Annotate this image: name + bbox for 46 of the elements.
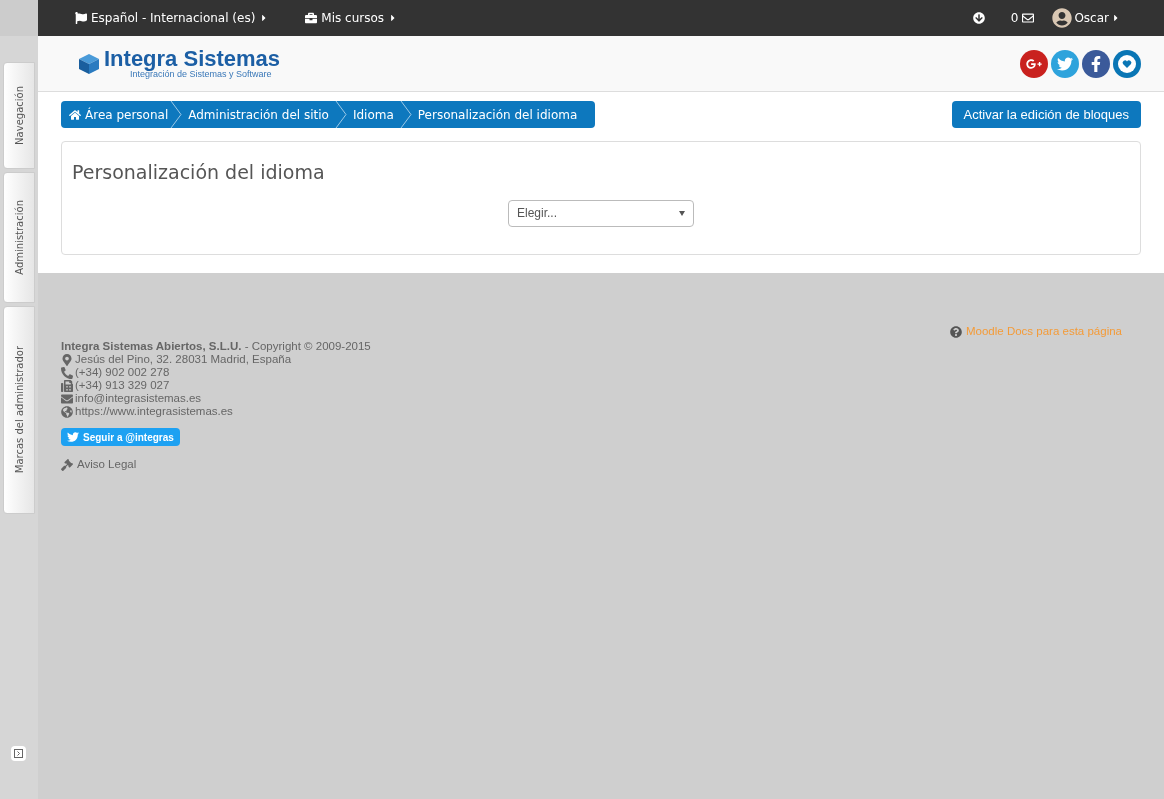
gavel-icon bbox=[61, 458, 73, 471]
chevron-separator-icon bbox=[399, 101, 412, 128]
logo[interactable]: Integra Sistemas Integración de Sistemas y Software bbox=[78, 48, 281, 79]
footer-text: Jesús del Pino, 32. 28031 Madrid, España bbox=[75, 353, 292, 366]
heart-bubble-icon[interactable] bbox=[1113, 49, 1141, 78]
footer-text: Integra Sistemas Abiertos, S.L.U. - Copyright © 2009-2015 bbox=[61, 340, 371, 353]
globe-icon bbox=[61, 405, 73, 418]
legal-link[interactable]: Aviso Legal bbox=[77, 458, 137, 471]
fax-icon bbox=[61, 379, 73, 392]
dock-tab[interactable]: Marcas del administrador bbox=[3, 306, 35, 514]
chevron-separator-icon bbox=[170, 101, 183, 128]
avatar-icon bbox=[1052, 8, 1073, 28]
briefcase-icon bbox=[305, 12, 318, 24]
dock-tab[interactable]: Administración bbox=[3, 172, 35, 303]
twitter-icon[interactable] bbox=[1051, 49, 1079, 78]
help-icon bbox=[950, 325, 962, 338]
facebook-icon[interactable] bbox=[1082, 49, 1110, 78]
chevron-separator-icon bbox=[334, 101, 347, 128]
language-select[interactable]: Elegir... bbox=[508, 199, 694, 227]
home-icon bbox=[69, 108, 81, 121]
messages-menu[interactable]: 0 bbox=[1010, 9, 1035, 27]
map-pin-icon bbox=[61, 353, 73, 366]
footer-text: (+34) 902 002 278 bbox=[75, 366, 170, 379]
dock-toggle-icon[interactable] bbox=[11, 746, 26, 761]
flag-icon bbox=[75, 12, 87, 24]
dock-tab[interactable]: Navegación bbox=[3, 62, 35, 169]
user-menu[interactable]: Oscar bbox=[1052, 8, 1121, 28]
breadcrumb-link[interactable]: Área personal bbox=[61, 105, 171, 124]
envelope-icon bbox=[1022, 12, 1035, 24]
bird-icon bbox=[67, 431, 79, 443]
download-icon[interactable] bbox=[972, 12, 985, 24]
footer-text: info@integrasistemas.es bbox=[75, 392, 202, 405]
dropdown-arrow-icon bbox=[679, 210, 685, 216]
page-heading: Personalización del idioma bbox=[72, 160, 326, 185]
google-plus-icon[interactable] bbox=[1020, 49, 1048, 78]
cube-icon bbox=[78, 52, 100, 75]
phone-icon bbox=[61, 366, 73, 379]
breadcrumb-link[interactable]: Administración del sitio bbox=[182, 105, 335, 124]
breadcrumb-link[interactable]: Idioma bbox=[346, 105, 400, 124]
courses-menu[interactable]: Mis cursos bbox=[305, 9, 399, 27]
edit-blocks-button[interactable]: Activar la edición de bloques bbox=[951, 101, 1141, 128]
footer-text: https://www.integrasistemas.es bbox=[75, 405, 233, 418]
footer-text: (+34) 913 329 027 bbox=[75, 379, 170, 392]
language-menu[interactable]: Español - Internacional (es) bbox=[75, 9, 270, 27]
breadcrumb-link[interactable]: Personalización del idioma bbox=[411, 105, 584, 124]
envelope-icon bbox=[61, 392, 73, 405]
